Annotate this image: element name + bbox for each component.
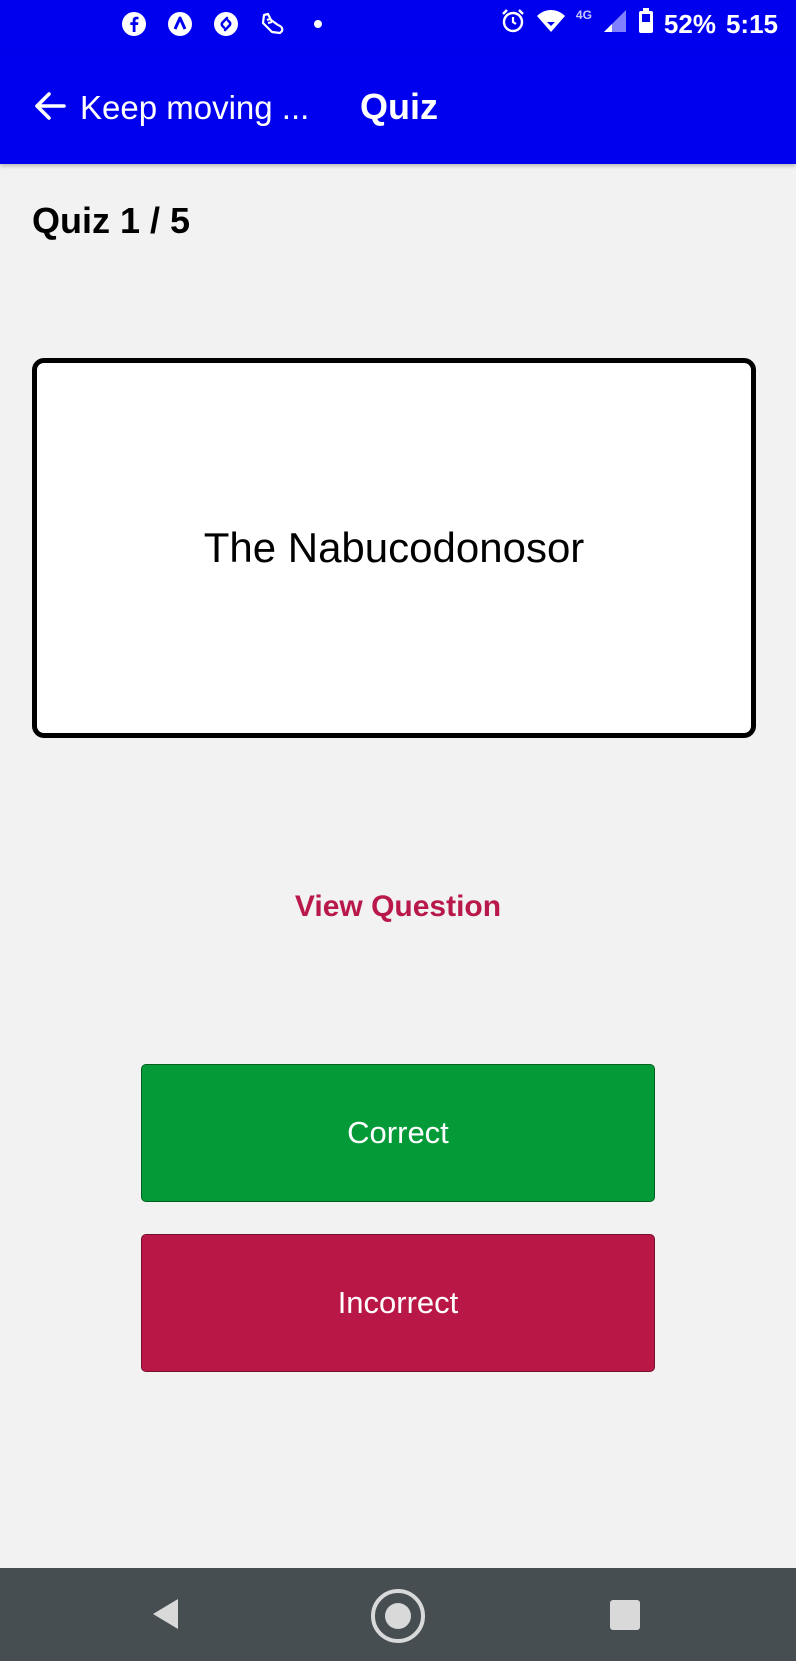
correct-button-label: Correct xyxy=(347,1115,449,1150)
flashcard[interactable]: The Nabucodonosor xyxy=(32,358,756,738)
app-bar: Keep moving ... Quiz xyxy=(0,52,796,164)
view-question-link[interactable]: View Question xyxy=(0,890,796,924)
incorrect-button[interactable]: Incorrect xyxy=(141,1234,655,1372)
back-button[interactable] xyxy=(32,88,68,124)
clock-time: 5:15 xyxy=(725,9,778,39)
incorrect-button-label: Incorrect xyxy=(337,1285,459,1320)
shazam-icon xyxy=(212,10,240,38)
facebook-icon xyxy=(120,10,148,38)
wifi-icon xyxy=(536,8,566,41)
nav-recents-button[interactable] xyxy=(610,1600,640,1630)
nav-home-button[interactable] xyxy=(370,1588,426,1649)
status-notification-icons xyxy=(120,10,332,38)
home-circle-icon xyxy=(371,1589,425,1643)
quiz-progress: Quiz 1 / 5 xyxy=(32,200,191,241)
arrow-left-icon xyxy=(35,92,66,120)
correct-button[interactable]: Correct xyxy=(141,1064,655,1202)
alarm-icon xyxy=(500,8,526,41)
network-type: 4G xyxy=(575,7,592,22)
notification-dot-icon xyxy=(304,10,332,38)
status-system-icons: 4G 52% 5:15 xyxy=(500,8,778,41)
signal-icon xyxy=(602,8,628,41)
arc-icon xyxy=(166,10,194,38)
page-title: Quiz xyxy=(360,86,438,127)
triangle-back-icon xyxy=(153,1599,178,1629)
back-button-label[interactable]: Keep moving ... xyxy=(80,89,309,127)
flashcard-text: The Nabucodonosor xyxy=(203,524,585,571)
battery-percent: 52% xyxy=(663,9,716,39)
status-bar: 4G 52% 5:15 xyxy=(0,0,796,52)
battery-icon xyxy=(638,8,654,41)
nav-back-button[interactable] xyxy=(150,1596,182,1637)
system-nav-bar xyxy=(0,1568,796,1661)
shoe-icon xyxy=(258,10,286,38)
